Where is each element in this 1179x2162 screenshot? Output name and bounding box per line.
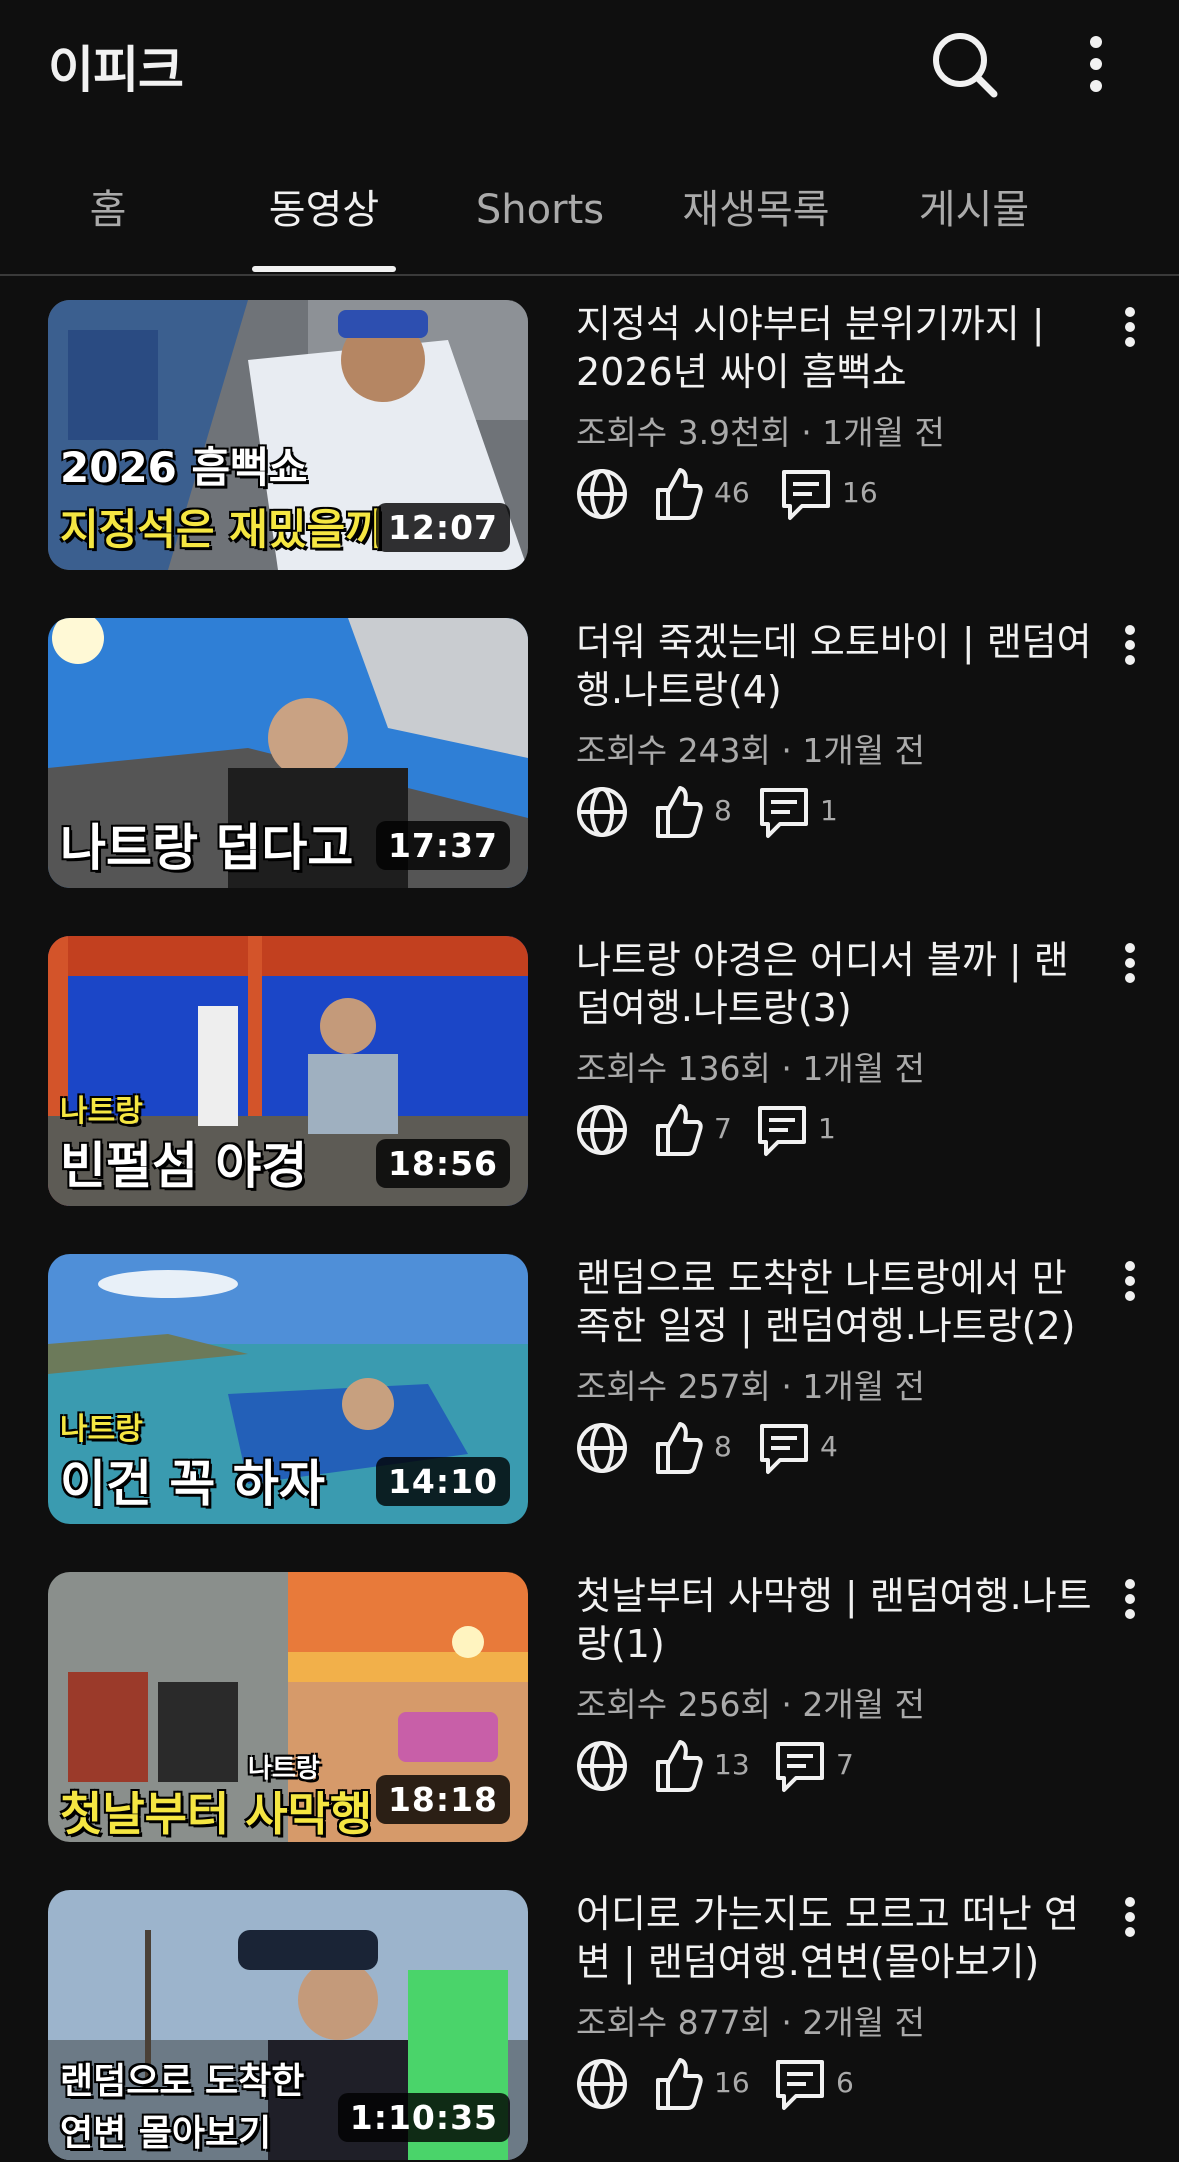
- video-thumbnail[interactable]: 2026 흠뻑쇼 지정석은 재밌을끼 12:07: [48, 300, 528, 570]
- active-tab-indicator: [252, 266, 396, 272]
- like-count: 8: [714, 794, 732, 827]
- video-more-button[interactable]: [1108, 1572, 1152, 1642]
- thumbnail-caption: 빈펄섬 야경: [60, 1137, 308, 1195]
- video-duration: 18:18: [375, 1775, 510, 1824]
- video-duration: 14:10: [375, 1457, 510, 1506]
- video-meta: 조회수 877회 · 2개월 전: [576, 2003, 925, 2042]
- video-meta: 조회수 256회 · 2개월 전: [576, 1685, 925, 1724]
- thumbnail-caption: 나트랑: [60, 1094, 143, 1129]
- video-title[interactable]: 랜덤으로 도착한 나트랑에서 만족한 일정 | 랜덤여행.나트랑(2): [576, 1254, 1096, 1350]
- video-duration: 12:07: [375, 503, 510, 552]
- video-item[interactable]: 나트랑 덥다고 17:37 더워 죽겠는데 오토바이 | 랜덤여행.나트랑(4)…: [0, 618, 1179, 890]
- thumbnail-caption: 2026 흠뻑쇼: [60, 443, 308, 492]
- video-thumbnail[interactable]: 나트랑 첫날부터 사막행 18:18: [48, 1572, 528, 1842]
- comment-count: 1: [820, 794, 838, 827]
- more-vert-icon: [1125, 1261, 1135, 1301]
- thumbnail-caption: 첫날부터 사막행: [60, 1787, 373, 1841]
- video-more-button[interactable]: [1108, 1254, 1152, 1324]
- like-icon[interactable]: [654, 2054, 704, 2114]
- more-vert-icon: [1125, 625, 1135, 665]
- thumbnail-caption: 이건 꼭 하자: [60, 1455, 325, 1513]
- video-title[interactable]: 지정석 시야부터 분위기까지 | 2026년 싸이 흠뻑쇼: [576, 300, 1096, 396]
- like-icon[interactable]: [654, 1100, 704, 1160]
- globe-icon: [577, 469, 627, 519]
- comment-count: 4: [820, 1430, 838, 1463]
- video-item[interactable]: 2026 흠뻑쇼 지정석은 재밌을끼 12:07 지정석 시야부터 분위기까지 …: [0, 300, 1179, 572]
- more-vert-icon: [1090, 36, 1102, 92]
- video-item[interactable]: 나트랑 이건 꼭 하자 14:10 랜덤으로 도착한 나트랑에서 만족한 일정 …: [0, 1254, 1179, 1526]
- tab-home[interactable]: 홈: [64, 180, 152, 240]
- like-icon[interactable]: [654, 1736, 704, 1796]
- video-thumbnail[interactable]: 랜덤으로 도착한 연변 몰아보기 1:10:35: [48, 1890, 528, 2160]
- like-count: 7: [714, 1112, 732, 1145]
- video-title[interactable]: 더워 죽겠는데 오토바이 | 랜덤여행.나트랑(4): [576, 618, 1096, 714]
- comment-icon[interactable]: [774, 2054, 828, 2114]
- video-more-button[interactable]: [1108, 1890, 1152, 1960]
- like-icon[interactable]: [654, 464, 704, 524]
- video-more-button[interactable]: [1108, 618, 1152, 688]
- comment-icon[interactable]: [780, 464, 834, 524]
- comment-count: 7: [836, 1748, 854, 1781]
- comment-count: 16: [842, 476, 878, 509]
- tab-shorts[interactable]: Shorts: [460, 180, 620, 240]
- tab-videos[interactable]: 동영상: [244, 180, 404, 240]
- video-thumbnail[interactable]: 나트랑 덥다고 17:37: [48, 618, 528, 888]
- comment-icon[interactable]: [758, 1418, 812, 1478]
- tab-playlists[interactable]: 재생목록: [672, 180, 840, 240]
- globe-icon: [577, 787, 627, 837]
- like-icon[interactable]: [654, 782, 704, 842]
- globe-icon: [577, 2059, 627, 2109]
- video-meta: 조회수 243회 · 1개월 전: [576, 731, 925, 770]
- video-item[interactable]: 랜덤으로 도착한 연변 몰아보기 1:10:35 어디로 가는지도 모르고 떠난…: [0, 1890, 1179, 2162]
- video-duration: 1:10:35: [337, 2093, 510, 2142]
- top-app-bar: 이피크: [0, 0, 1179, 130]
- search-icon: [933, 33, 998, 98]
- globe-icon: [577, 1105, 627, 1155]
- more-vert-icon: [1125, 307, 1135, 347]
- globe-icon: [577, 1741, 627, 1791]
- thumbnail-caption: 지정석은 재밌을끼: [60, 505, 384, 554]
- video-title[interactable]: 어디로 가는지도 모르고 떠난 연변 | 랜덤여행.연변(몰아보기): [576, 1890, 1096, 1986]
- video-more-button[interactable]: [1108, 300, 1152, 370]
- thumbnail-caption: 나트랑 덥다고: [60, 819, 354, 877]
- video-duration: 17:37: [375, 821, 510, 870]
- globe-icon: [577, 1423, 627, 1473]
- video-item[interactable]: 나트랑 첫날부터 사막행 18:18 첫날부터 사막행 | 랜덤여행.나트랑(1…: [0, 1572, 1179, 1844]
- more-vert-icon: [1125, 943, 1135, 983]
- thumbnail-caption: 나트랑: [60, 1412, 143, 1447]
- like-count: 46: [714, 476, 750, 509]
- video-more-button[interactable]: [1108, 936, 1152, 1006]
- video-thumbnail[interactable]: 나트랑 빈펄섬 야경 18:56: [48, 936, 528, 1206]
- video-title[interactable]: 첫날부터 사막행 | 랜덤여행.나트랑(1): [576, 1572, 1096, 1668]
- tab-posts[interactable]: 게시물: [892, 180, 1056, 240]
- video-meta: 조회수 136회 · 1개월 전: [576, 1049, 925, 1088]
- thumbnail-caption: 연변 몰아보기: [60, 2113, 272, 2154]
- video-thumbnail[interactable]: 나트랑 이건 꼭 하자 14:10: [48, 1254, 528, 1524]
- comment-icon[interactable]: [774, 1736, 828, 1796]
- more-vert-icon: [1125, 1579, 1135, 1619]
- like-count: 16: [714, 2066, 750, 2099]
- like-count: 8: [714, 1430, 732, 1463]
- comment-icon[interactable]: [758, 782, 812, 842]
- thumbnail-caption: 랜덤으로 도착한: [60, 2061, 305, 2102]
- more-vert-icon: [1125, 1897, 1135, 1937]
- channel-tabs: 홈 동영상 Shorts 재생목록 게시물: [0, 140, 1179, 276]
- like-icon[interactable]: [654, 1418, 704, 1478]
- like-count: 13: [714, 1748, 750, 1781]
- video-title[interactable]: 나트랑 야경은 어디서 볼까 | 랜덤여행.나트랑(3): [576, 936, 1096, 1032]
- more-options-button[interactable]: [1072, 28, 1120, 100]
- channel-name: 이피크: [48, 41, 184, 99]
- video-meta: 조회수 257회 · 1개월 전: [576, 1367, 925, 1406]
- comment-count: 1: [818, 1112, 836, 1145]
- video-meta: 조회수 3.9천회 · 1개월 전: [576, 413, 945, 452]
- video-duration: 18:56: [375, 1139, 510, 1188]
- comment-icon[interactable]: [756, 1100, 810, 1160]
- search-button[interactable]: [928, 28, 1000, 100]
- video-item[interactable]: 나트랑 빈펄섬 야경 18:56 나트랑 야경은 어디서 볼까 | 랜덤여행.나…: [0, 936, 1179, 1208]
- comment-count: 6: [836, 2066, 854, 2099]
